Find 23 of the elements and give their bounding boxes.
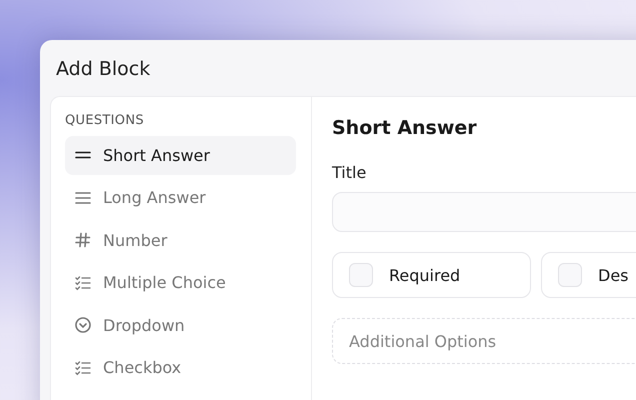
chevron-circle-icon [75, 317, 91, 334]
additional-options-button[interactable]: Additional Options [332, 318, 636, 364]
checklist-icon [75, 360, 91, 376]
sidebar-item[interactable]: Multiple Choice [65, 264, 296, 302]
checkbox[interactable] [349, 263, 373, 287]
hash-icon [75, 232, 91, 248]
sidebar-item[interactable]: Long Answer [65, 178, 296, 217]
option-toggle[interactable]: Required [332, 252, 531, 298]
sidebar-item[interactable]: Dropdown [65, 306, 296, 344]
field-label: Title [332, 163, 368, 182]
option-toggle[interactable]: Des [541, 252, 636, 298]
lines-icon [75, 190, 91, 206]
sidebar-item[interactable]: Number [65, 221, 296, 260]
window-title: Add Block [55, 57, 152, 82]
checkbox[interactable] [558, 263, 582, 287]
sidebar-item[interactable]: Short Answer [65, 136, 296, 174]
option-label: Required [389, 266, 460, 284]
panel-heading: Short Answer [332, 117, 478, 139]
checklist-icon [75, 274, 91, 291]
sidebar-item[interactable]: Checkbox [65, 348, 296, 387]
section-heading: QUESTIONS [65, 113, 145, 128]
title-field[interactable] [332, 192, 636, 232]
option-label: Des [598, 266, 628, 284]
